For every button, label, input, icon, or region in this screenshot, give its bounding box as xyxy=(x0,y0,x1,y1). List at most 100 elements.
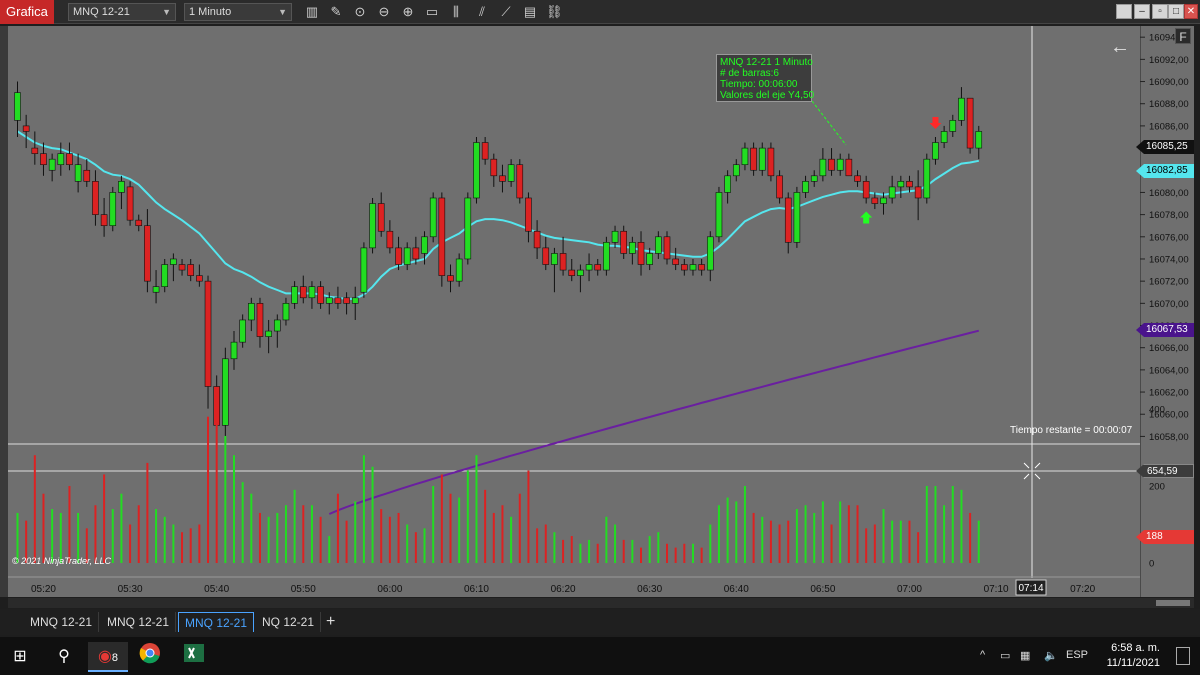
chrome-logo-icon xyxy=(139,643,160,664)
candle-body xyxy=(481,142,489,160)
volume-bar xyxy=(674,547,677,563)
candle-body xyxy=(187,264,194,276)
candle-body xyxy=(299,286,307,299)
tab-mnq-active[interactable]: MNQ 12-21 xyxy=(178,612,255,632)
time-tick-label: 07:20 xyxy=(1070,584,1095,595)
candle-body xyxy=(360,247,368,293)
volume-bar xyxy=(155,509,158,563)
horizontal-scrollbar[interactable] xyxy=(8,598,1194,608)
excel-icon[interactable] xyxy=(174,642,214,672)
volume-bar xyxy=(891,520,894,563)
battery-icon[interactable]: ▭ xyxy=(1000,649,1010,662)
volume-bar xyxy=(553,532,556,563)
candle-body xyxy=(585,264,593,271)
volume-bar xyxy=(839,501,842,563)
candle-body xyxy=(265,330,272,337)
volume-bar xyxy=(795,509,798,563)
time-tick-label: 07:10 xyxy=(984,584,1009,595)
volume-bar xyxy=(752,512,755,563)
candle-body xyxy=(83,169,91,182)
candle-body xyxy=(568,269,576,276)
candle-body xyxy=(118,181,125,193)
f-button[interactable]: F xyxy=(1175,28,1191,44)
volume-bar xyxy=(726,497,729,563)
notifications-icon[interactable] xyxy=(1176,647,1190,665)
volume-bar xyxy=(743,486,746,563)
volume-bar xyxy=(536,528,539,563)
volume-bar xyxy=(94,505,97,563)
volume-bar xyxy=(362,455,365,563)
volume-icon[interactable]: 🔈 xyxy=(1044,649,1058,662)
time-tick-label: 05:40 xyxy=(204,584,229,595)
volume-bar xyxy=(267,516,270,563)
candle-body xyxy=(603,242,610,271)
volume-bar xyxy=(562,539,565,563)
windows-taskbar: ⊞ ⚲ ◉8 ^ ▭ ▦ 🔈 ESP 6:58 a. m. 11/11/2021 xyxy=(0,637,1200,675)
price-tick-label: 16090,00 xyxy=(1149,77,1189,88)
volume-bar xyxy=(458,497,461,563)
price-tick-label: 16092,00 xyxy=(1149,55,1189,66)
taskbar-clock[interactable]: 6:58 a. m. 11/11/2021 xyxy=(1080,641,1160,671)
chrome-icon[interactable] xyxy=(130,642,170,672)
network-icon[interactable]: ▦ xyxy=(1020,649,1030,662)
time-tick-label: 06:40 xyxy=(724,584,749,595)
volume-bar xyxy=(510,516,513,563)
tab-nq[interactable]: NQ 12-21 xyxy=(256,612,322,632)
candle-body xyxy=(473,142,480,199)
candle-body xyxy=(429,197,437,238)
ninjatrader-app-icon[interactable]: ◉8 xyxy=(88,642,128,672)
candle-body xyxy=(784,197,792,243)
candle-body xyxy=(724,175,731,193)
candle-body xyxy=(455,258,463,282)
candle-body xyxy=(732,164,740,177)
chevron-up-icon[interactable]: ^ xyxy=(980,649,985,661)
candle-body xyxy=(646,253,653,265)
search-icon[interactable]: ⚲ xyxy=(44,642,84,672)
volume-bar xyxy=(735,501,738,563)
volume-bar xyxy=(293,489,296,563)
chart-svg[interactable]: 16094,0016092,0016090,0016088,0016086,00… xyxy=(0,0,1200,675)
scrollbar-thumb[interactable] xyxy=(1156,600,1190,606)
volume-bar xyxy=(518,493,521,563)
candle-body xyxy=(577,269,584,276)
clock-time: 6:58 a. m. xyxy=(1111,642,1160,654)
candle-body xyxy=(100,214,108,227)
candle-body xyxy=(507,164,515,182)
volume-bar xyxy=(388,516,391,563)
volume-bar xyxy=(579,543,582,563)
tab-mnq-2[interactable]: MNQ 12-21 xyxy=(101,612,177,632)
windows-start-icon[interactable]: ⊞ xyxy=(0,642,40,672)
candle-body xyxy=(629,242,636,254)
candle-body xyxy=(144,225,151,282)
candle-body xyxy=(334,297,342,304)
excel-logo-icon xyxy=(184,644,204,662)
volume-bar xyxy=(345,520,348,563)
time-tick-label: 06:00 xyxy=(377,584,402,595)
time-tick-label: 06:50 xyxy=(810,584,835,595)
candle-body xyxy=(542,247,550,265)
candle-body xyxy=(551,253,558,265)
candle-body xyxy=(914,186,922,199)
candle-body xyxy=(845,158,853,177)
volume-bar xyxy=(588,539,591,563)
volume-bar xyxy=(960,489,963,563)
candle-body xyxy=(40,153,47,166)
volume-bar xyxy=(51,509,54,563)
candle-body xyxy=(343,297,350,304)
candle-body xyxy=(170,258,177,265)
add-tab-button[interactable]: + xyxy=(320,612,341,632)
volume-bar xyxy=(440,474,443,563)
volume-bar xyxy=(33,455,36,563)
candle-body xyxy=(325,297,333,304)
volume-bar xyxy=(276,512,279,563)
tab-mnq-1[interactable]: MNQ 12-21 xyxy=(24,612,100,632)
candle-body xyxy=(663,236,671,260)
candle-body xyxy=(819,158,827,177)
volume-bar xyxy=(830,524,833,563)
volume-bar xyxy=(640,547,643,563)
chart-tabs: MNQ 12-21 MNQ 12-21 MNQ 12-21 NQ 12-21 + xyxy=(0,609,1200,635)
arrow-left-icon[interactable]: ← xyxy=(1110,36,1130,59)
clock-date: 11/11/2021 xyxy=(1106,657,1160,669)
candle-body xyxy=(975,131,983,149)
candle-body xyxy=(31,147,39,154)
